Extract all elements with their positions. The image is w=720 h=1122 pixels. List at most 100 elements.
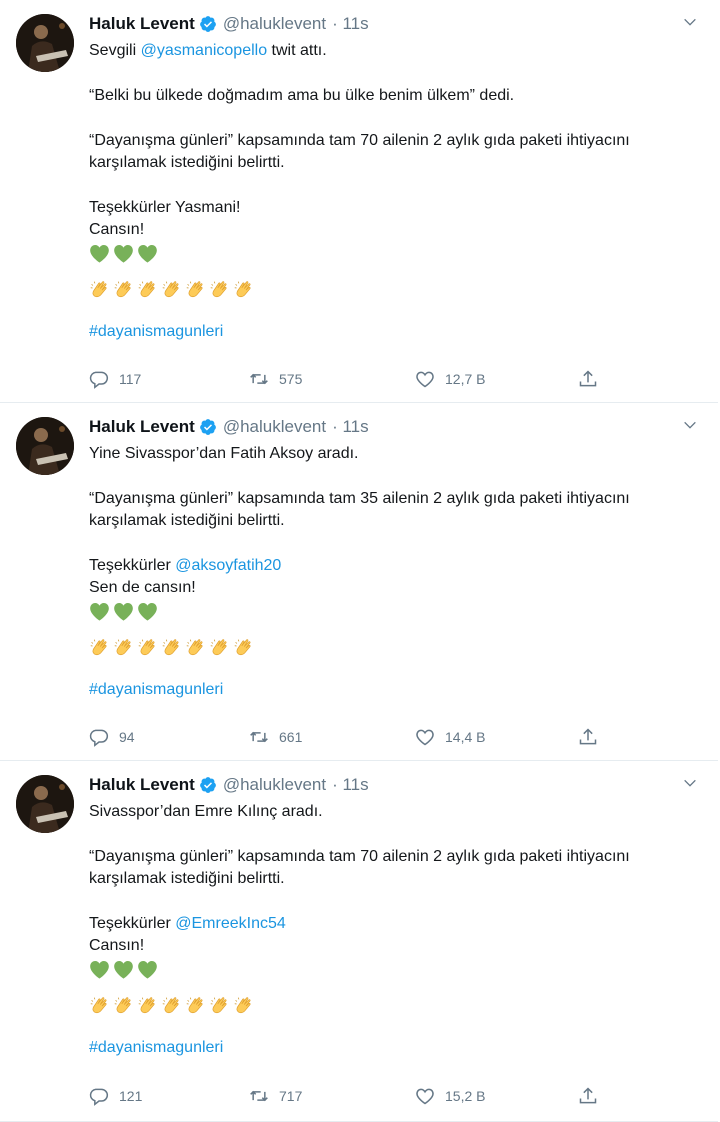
author-name[interactable]: Haluk Levent: [89, 775, 195, 795]
clapping-hands: [89, 994, 705, 1016]
green-hearts: [89, 242, 705, 264]
tweet-time[interactable]: · 11s: [332, 14, 369, 34]
retweet-count: 575: [279, 371, 303, 387]
clapping-hands-emoji: [161, 279, 182, 300]
verified-badge-icon: [199, 776, 217, 794]
reply-icon: [89, 727, 109, 747]
clapping-hands-emoji: [233, 995, 254, 1016]
paragraph-text: “Dayanışma günleri” kapsamında tam 70 ai…: [89, 848, 630, 887]
author-handle[interactable]: @haluklevent: [223, 14, 326, 34]
share-button[interactable]: [578, 727, 608, 747]
author-handle[interactable]: @haluklevent: [223, 417, 326, 437]
green-hearts: [89, 600, 705, 622]
clapping-hands-emoji: [89, 995, 110, 1016]
heart-outline-icon: [415, 1086, 435, 1106]
green-heart-emoji: [113, 244, 134, 263]
tweet-text: Sevgili @yasmanicopello twit attı. “Belk…: [89, 40, 705, 343]
retweet-count: 661: [279, 729, 303, 745]
author-name[interactable]: Haluk Levent: [89, 14, 195, 34]
thanks-text: Teşekkürler Yasmani!: [89, 199, 241, 216]
green-hearts: [89, 958, 705, 980]
text-segment: Sevgili: [89, 42, 141, 59]
retweet-button[interactable]: 661: [249, 727, 302, 747]
paragraph-text: “Dayanışma günleri” kapsamında tam 70 ai…: [89, 132, 630, 171]
author-name[interactable]: Haluk Levent: [89, 417, 195, 437]
heart-outline-icon: [415, 727, 435, 747]
clapping-hands-emoji: [89, 637, 110, 658]
clapping-hands-emoji: [113, 637, 134, 658]
clapping-hands-emoji: [185, 995, 206, 1016]
like-count: 15,2 B: [445, 1088, 486, 1104]
hashtag-link[interactable]: #dayanismagunleri: [89, 321, 705, 343]
reply-count: 117: [119, 371, 142, 387]
like-button[interactable]: 14,4 B: [415, 727, 485, 747]
verified-badge-icon: [199, 418, 217, 436]
share-icon: [578, 1086, 598, 1106]
clapping-hands: [89, 278, 705, 300]
green-heart-emoji: [89, 960, 110, 979]
tweet-1[interactable]: Haluk Levent @haluklevent · 11s Sevgili …: [0, 0, 718, 403]
tweet-header: Haluk Levent @haluklevent · 11s: [89, 12, 369, 36]
retweet-icon: [249, 727, 269, 747]
like-count: 12,7 B: [445, 371, 486, 387]
tweet-3[interactable]: Haluk Levent @haluklevent · 11s Sivasspo…: [0, 761, 718, 1122]
chevron-down-icon[interactable]: [682, 417, 698, 433]
green-heart-emoji: [89, 244, 110, 263]
author-handle[interactable]: @haluklevent: [223, 775, 326, 795]
clapping-hands-emoji: [185, 637, 206, 658]
retweet-button[interactable]: 717: [249, 1086, 302, 1106]
tweet-time[interactable]: · 11s: [332, 417, 369, 437]
paragraph-text: “Dayanışma günleri” kapsamında tam 35 ai…: [89, 490, 630, 529]
thanks-text: Teşekkürler: [89, 557, 176, 574]
tweet-time[interactable]: · 11s: [332, 775, 369, 795]
hashtag-link[interactable]: #dayanismagunleri: [89, 1037, 705, 1059]
avatar-image: [16, 417, 74, 475]
quote-text: “Belki bu ülkede doğmadım ama bu ülke be…: [89, 87, 515, 104]
like-button[interactable]: 15,2 B: [415, 1086, 485, 1106]
clapping-hands-emoji: [137, 279, 158, 300]
avatar[interactable]: [16, 14, 74, 72]
clapping-hands-emoji: [161, 637, 182, 658]
closing-text: Cansın!: [89, 937, 145, 954]
clapping-hands-emoji: [185, 279, 206, 300]
reply-icon: [89, 369, 109, 389]
reply-button[interactable]: 121: [89, 1086, 142, 1106]
share-button[interactable]: [578, 1086, 608, 1106]
like-button[interactable]: 12,7 B: [415, 369, 485, 389]
first-line-text: Yine Sivasspor’dan Fatih Aksoy aradı.: [89, 445, 359, 462]
tweet-text: Yine Sivasspor’dan Fatih Aksoy aradı. “D…: [89, 443, 705, 701]
mention-link[interactable]: @yasmanicopello: [141, 42, 268, 59]
clapping-hands-emoji: [209, 995, 230, 1016]
green-heart-emoji: [137, 602, 158, 621]
clapping-hands-emoji: [209, 279, 230, 300]
tweet-header: Haluk Levent @haluklevent · 11s: [89, 415, 369, 439]
clapping-hands-emoji: [113, 279, 134, 300]
reply-button[interactable]: 117: [89, 369, 141, 389]
clapping-hands-emoji: [113, 995, 134, 1016]
tweet-2[interactable]: Haluk Levent @haluklevent · 11s Yine Siv…: [0, 403, 718, 761]
chevron-down-icon[interactable]: [682, 775, 698, 791]
clapping-hands-emoji: [209, 637, 230, 658]
green-heart-emoji: [137, 244, 158, 263]
retweet-button[interactable]: 575: [249, 369, 302, 389]
mention-link[interactable]: @EmreekInc54: [175, 915, 286, 932]
reply-count: 94: [119, 729, 135, 745]
avatar-image: [16, 14, 74, 72]
retweet-icon: [249, 369, 269, 389]
thanks-text: Teşekkürler: [89, 915, 176, 932]
clapping-hands: [89, 636, 705, 658]
avatar[interactable]: [16, 775, 74, 833]
avatar[interactable]: [16, 417, 74, 475]
clapping-hands-emoji: [89, 279, 110, 300]
reply-button[interactable]: 94: [89, 727, 135, 747]
text-segment: twit attı.: [267, 42, 327, 59]
hashtag-link[interactable]: #dayanismagunleri: [89, 679, 705, 701]
share-button[interactable]: [578, 369, 608, 389]
chevron-down-icon[interactable]: [682, 14, 698, 30]
closing-text: Sen de cansın!: [89, 579, 196, 596]
clapping-hands-emoji: [161, 995, 182, 1016]
retweet-count: 717: [279, 1088, 303, 1104]
mention-link[interactable]: @aksoyfatih20: [175, 557, 281, 574]
tweet-header: Haluk Levent @haluklevent · 11s: [89, 773, 369, 797]
clapping-hands-emoji: [233, 637, 254, 658]
